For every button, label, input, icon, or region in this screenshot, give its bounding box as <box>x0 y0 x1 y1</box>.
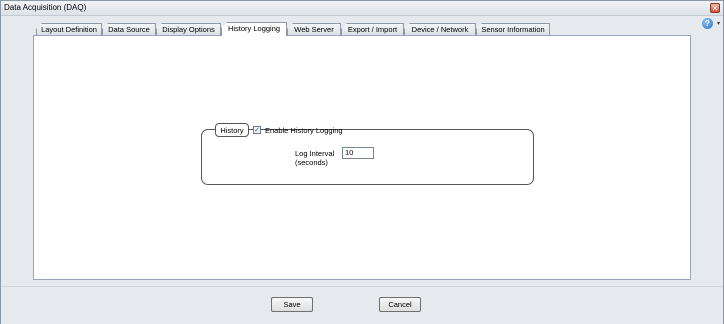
help-icon[interactable]: ? <box>702 18 713 29</box>
tab-data-source[interactable]: Data Source <box>102 23 156 35</box>
window-title: Data Acquisition (DAQ) <box>4 3 87 12</box>
close-icon[interactable]: ✕ <box>710 3 720 13</box>
tab-history-logging[interactable]: History Logging <box>221 22 287 36</box>
dialog-footer: Save Cancel <box>1 286 723 324</box>
tab-device-network[interactable]: Device / Network <box>404 23 476 35</box>
title-bar: Data Acquisition (DAQ) ✕ <box>1 1 723 16</box>
log-interval-label: Log Interval (seconds) <box>295 149 334 167</box>
daq-window: Data Acquisition (DAQ) ✕ ? ▾ Layout Defi… <box>0 0 724 324</box>
tab-sensor-information[interactable]: Sensor Information <box>476 23 550 35</box>
history-logging-panel: History ✓ Enable History Logging Log Int… <box>33 35 691 280</box>
tab-display-options[interactable]: Display Options <box>156 23 221 35</box>
save-button[interactable]: Save <box>271 297 313 312</box>
chevron-down-icon[interactable]: ▾ <box>717 20 720 27</box>
enable-history-logging-row[interactable]: ✓ Enable History Logging <box>253 125 343 135</box>
log-interval-label-line2: (seconds) <box>295 158 328 167</box>
enable-history-label[interactable]: Enable History Logging <box>265 126 343 135</box>
history-group-label: History <box>215 123 249 137</box>
tab-export-import[interactable]: Export / Import <box>341 23 404 35</box>
log-interval-label-line1: Log Interval <box>295 149 335 158</box>
tab-layout-definition[interactable]: Layout Definition <box>36 23 102 35</box>
log-interval-input[interactable]: 10 <box>342 147 374 159</box>
tab-web-server[interactable]: Web Server <box>287 23 341 35</box>
cancel-button[interactable]: Cancel <box>379 297 421 312</box>
enable-history-checkbox[interactable]: ✓ <box>253 126 261 134</box>
